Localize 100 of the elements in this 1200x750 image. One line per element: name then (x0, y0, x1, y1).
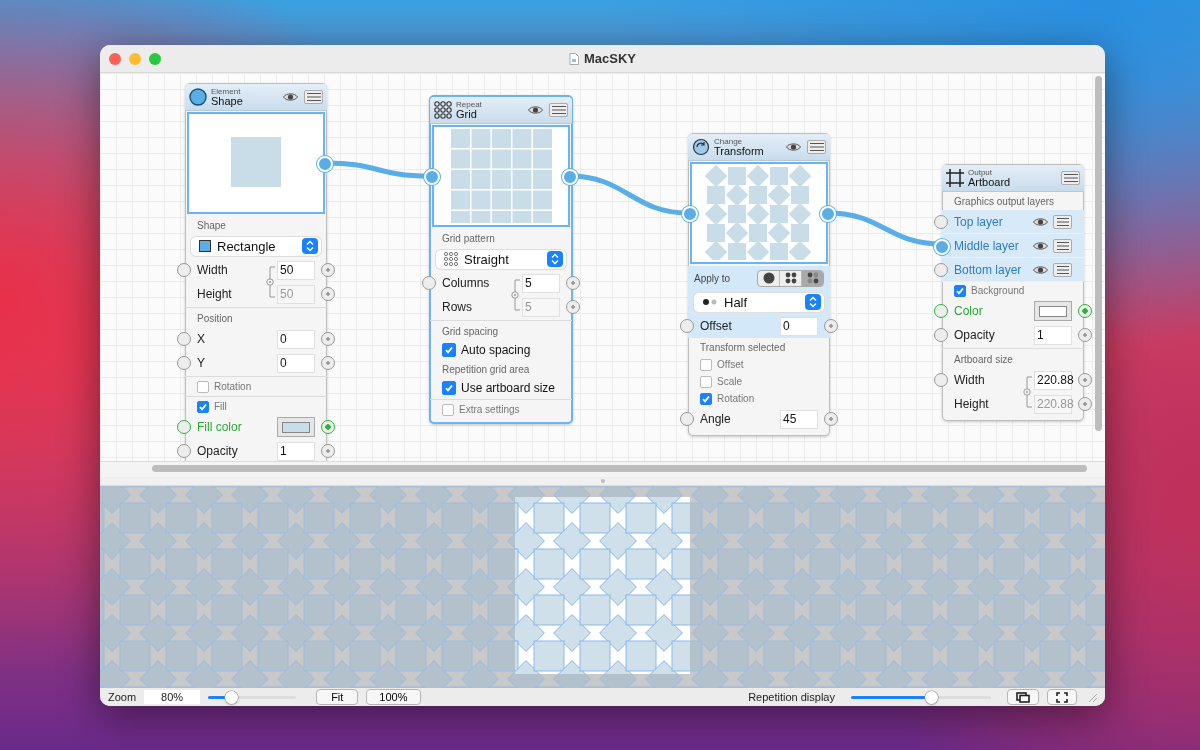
output-port[interactable] (321, 356, 335, 370)
value-field[interactable]: 0 (780, 316, 818, 336)
menu-button[interactable] (549, 103, 568, 117)
node-header[interactable]: Change Transform (688, 134, 830, 161)
section-heading: Shape (196, 219, 227, 233)
checkbox-label[interactable]: Use artboard size (461, 381, 556, 395)
output-port[interactable] (1078, 304, 1092, 318)
segmented-control[interactable] (757, 269, 824, 287)
checkbox-label[interactable]: Rotation (717, 393, 755, 404)
node-title: Shape (211, 95, 244, 107)
menu-button[interactable] (304, 90, 323, 104)
fullscreen-button[interactable] (1047, 689, 1077, 705)
input-port[interactable] (422, 276, 436, 290)
link-bracket-icon (263, 265, 277, 299)
segment-button[interactable] (801, 270, 823, 286)
slider-thumb[interactable] (224, 690, 238, 704)
eye-icon[interactable] (1033, 216, 1048, 227)
input-port[interactable] (177, 420, 191, 434)
input-port[interactable] (934, 328, 948, 342)
checkbox-label[interactable]: Fill (214, 401, 227, 412)
output-port[interactable] (321, 420, 335, 434)
document-icon (569, 52, 579, 65)
checkmark-icon (444, 383, 454, 393)
output-port[interactable] (824, 412, 838, 426)
output-port[interactable] (321, 444, 335, 458)
checkbox-label[interactable]: Offset (717, 359, 744, 370)
fit-button[interactable]: Fit (316, 689, 359, 705)
eye-icon[interactable] (528, 105, 543, 115)
node-title: Grid (456, 108, 477, 120)
color-well[interactable] (277, 417, 315, 437)
menu-button[interactable] (1053, 262, 1072, 277)
input-port[interactable] (934, 262, 948, 277)
input-port[interactable] (680, 319, 694, 333)
input-port[interactable] (934, 304, 948, 318)
checkmark-icon (198, 401, 208, 412)
node-category: Repeat (456, 100, 483, 109)
checkbox-label[interactable]: Scale (717, 376, 742, 387)
resize-grip-icon[interactable] (1087, 692, 1097, 702)
section-heading: Transform selected (699, 341, 787, 355)
zoom-slider[interactable] (208, 690, 297, 704)
field-label: Height (197, 287, 233, 301)
checkbox-label[interactable]: Rotation (214, 381, 252, 392)
dot-grid-icon (444, 252, 458, 266)
checkbox-label[interactable]: Auto spacing (461, 343, 531, 357)
input-port[interactable] (177, 332, 191, 346)
color-well[interactable] (1034, 301, 1072, 321)
output-port[interactable] (566, 300, 580, 314)
section-heading: Grid pattern (441, 232, 496, 246)
field-label: Opacity (954, 328, 996, 342)
dropdown[interactable]: Straight (436, 249, 566, 269)
input-port[interactable] (177, 356, 191, 370)
dropdown[interactable]: Rectangle (191, 236, 321, 256)
input-port[interactable] (177, 444, 191, 458)
menu-button[interactable] (1061, 171, 1080, 185)
checkbox-label[interactable]: Extra settings (459, 404, 520, 415)
zoom-field[interactable]: 80% (144, 690, 201, 704)
output-port[interactable] (321, 332, 335, 346)
eye-icon[interactable] (1033, 264, 1048, 275)
eye-icon[interactable] (1033, 240, 1048, 251)
horizontal-scrollbar[interactable] (152, 465, 1087, 472)
output-port[interactable] (566, 276, 580, 290)
eye-icon[interactable] (786, 142, 801, 152)
section-heading: Grid spacing (441, 325, 500, 339)
checkbox[interactable] (442, 343, 456, 357)
menu-button[interactable] (807, 140, 826, 154)
checkbox[interactable] (442, 381, 456, 395)
window-button[interactable] (1007, 689, 1039, 705)
node-header[interactable]: Element Shape (185, 84, 327, 111)
eye-icon[interactable] (283, 92, 298, 102)
menu-icon (551, 106, 566, 114)
zoom-button[interactable] (149, 52, 161, 65)
stepper-icon (805, 294, 821, 310)
output-port[interactable] (1078, 328, 1092, 342)
node-category: Output (968, 168, 992, 177)
splitter-handle[interactable] (600, 479, 605, 483)
output-port[interactable] (321, 287, 335, 301)
vertical-scrollbar[interactable] (1095, 76, 1102, 431)
node-header[interactable]: Repeat Grid (430, 97, 572, 124)
minimize-button[interactable] (129, 52, 141, 65)
section-heading: Graphics output layers (953, 195, 1056, 209)
input-port[interactable] (934, 214, 948, 229)
input-port[interactable] (934, 373, 948, 387)
input-port[interactable] (680, 412, 694, 426)
node-header[interactable]: Output Artboard (942, 165, 1084, 192)
output-port[interactable] (824, 319, 838, 333)
menu-button[interactable] (1053, 238, 1072, 253)
menu-button[interactable] (1053, 214, 1072, 229)
output-port[interactable] (1078, 397, 1092, 411)
dropdown[interactable]: Half (694, 292, 824, 312)
close-button[interactable] (109, 52, 121, 65)
slider-thumb[interactable] (924, 690, 938, 704)
checkmark-icon (701, 393, 711, 404)
menu-icon (1056, 241, 1069, 250)
checkbox-label[interactable]: Background (971, 285, 1025, 296)
output-port[interactable] (321, 263, 335, 277)
input-port[interactable] (177, 263, 191, 277)
output-port[interactable] (1078, 373, 1092, 387)
repetition-slider[interactable] (851, 690, 991, 704)
actual-size-button[interactable]: 100% (366, 689, 421, 705)
circle-icon (762, 272, 775, 284)
